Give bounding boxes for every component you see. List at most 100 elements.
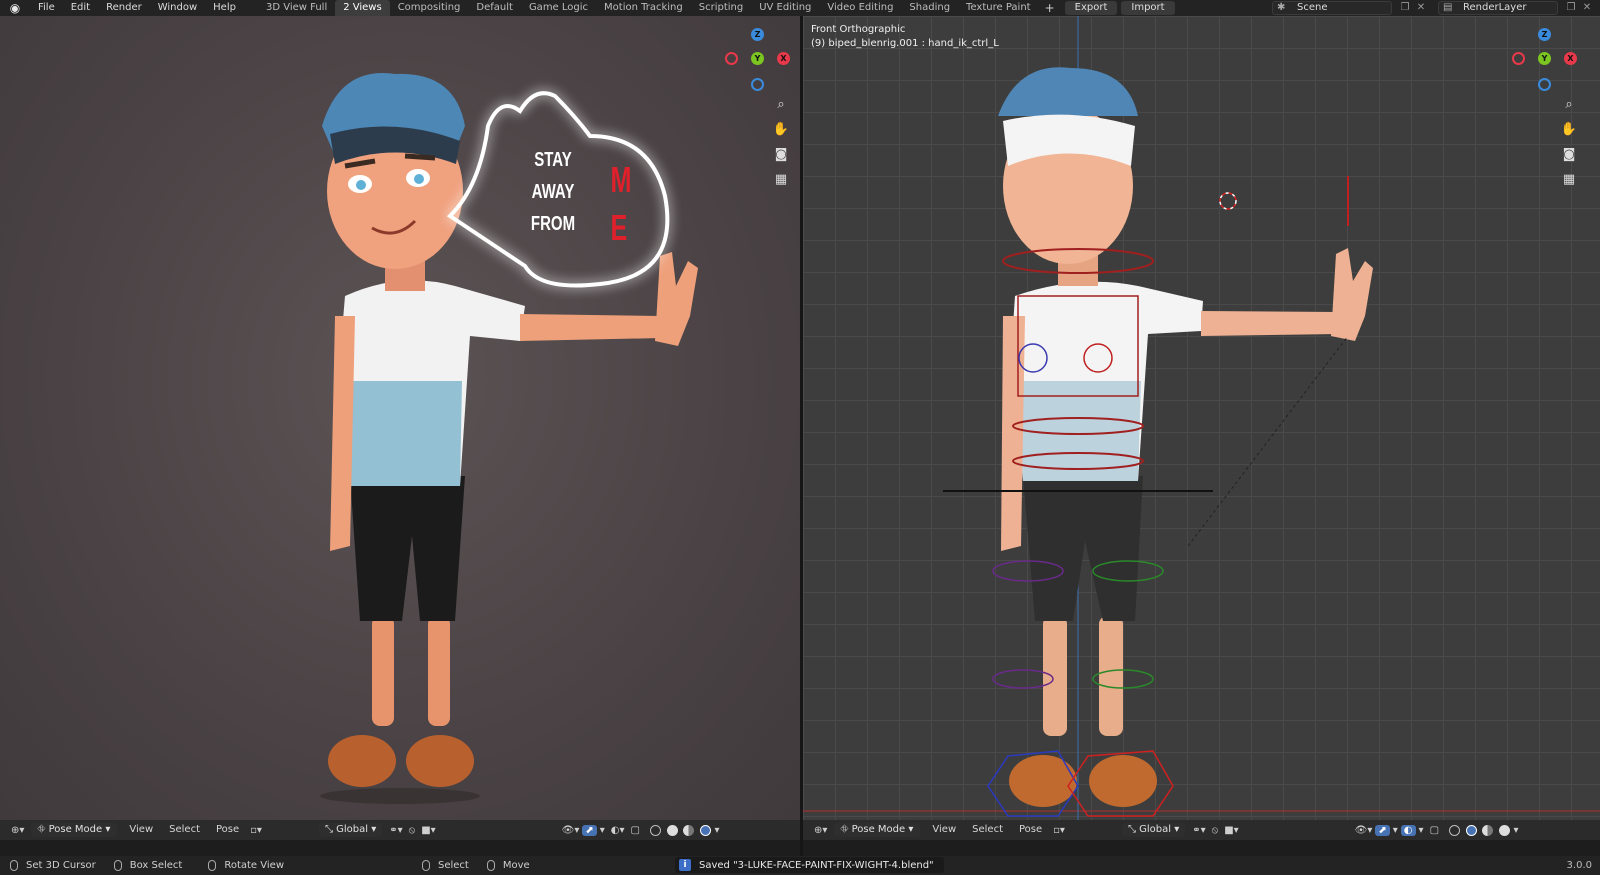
grid-icon[interactable]: ▦ (770, 169, 792, 191)
new-scene-icon[interactable]: ❐ (1398, 1, 1412, 15)
editor-type-icon[interactable]: ⊕▾ (8, 825, 27, 836)
rendered-shading-icon[interactable] (1498, 825, 1510, 836)
gizmo-z-axis[interactable]: Z (751, 28, 764, 41)
shading-dropdown-icon[interactable]: ▾ (1511, 825, 1522, 836)
tab-motion-tracking[interactable]: Motion Tracking (596, 0, 691, 16)
gizmo-toggle-icon[interactable]: ⬈ (582, 824, 597, 836)
pivot-icon[interactable]: ⚭▾ (386, 825, 405, 836)
status-bar: Set 3D Cursor Box Select Rotate View Sel… (0, 856, 1600, 875)
delete-scene-icon[interactable]: ✕ (1414, 1, 1428, 15)
mouse-move-icon (486, 860, 495, 871)
pose-options-icon[interactable]: ▫▾ (247, 825, 265, 836)
camera-icon[interactable]: ◙ (770, 144, 792, 166)
menu-file[interactable]: File (30, 0, 63, 16)
gizmo-y-axis[interactable]: Y (1538, 52, 1551, 65)
hint-select: Select (422, 860, 469, 871)
editor-type-icon[interactable]: ⊕▾ (811, 825, 830, 836)
tab-compositing[interactable]: Compositing (390, 0, 469, 16)
overlays-icon[interactable]: ◐ (1400, 824, 1416, 836)
gizmo-z-axis[interactable]: Z (1538, 28, 1551, 41)
wireframe-shading-icon[interactable] (1449, 825, 1461, 836)
menu-pose[interactable]: Pose (208, 822, 247, 838)
gizmo-neg-x[interactable] (1512, 52, 1525, 65)
menu-pose[interactable]: Pose (1011, 822, 1050, 838)
menu-edit[interactable]: Edit (63, 0, 98, 16)
import-button[interactable]: Import (1121, 1, 1175, 15)
gizmo-dropdown-icon[interactable]: ▾ (1390, 825, 1401, 836)
blender-logo-icon[interactable]: ◉ (0, 0, 30, 16)
delete-layer-icon[interactable]: ✕ (1580, 1, 1594, 15)
gizmo-neg-x[interactable] (725, 52, 738, 65)
navigation-gizmo-right[interactable]: Z Y X (1510, 28, 1580, 98)
overlays-icon[interactable]: ◐▾ (608, 825, 628, 836)
right-3d-viewport[interactable]: Front Orthographic (9) biped_blenrig.001… (803, 16, 1600, 820)
mode-dropdown[interactable]: ⛗ Pose Mode ▾ (834, 823, 921, 837)
gizmo-neg-z[interactable] (1538, 78, 1551, 91)
menu-select[interactable]: Select (964, 822, 1011, 838)
transform-orientation-dropdown[interactable]: ⤡ Global ▾ (318, 823, 383, 837)
export-button[interactable]: Export (1064, 1, 1118, 15)
tab-uv-editing[interactable]: UV Editing (751, 0, 819, 16)
tab-3d-view-full[interactable]: 3D View Full (258, 0, 335, 16)
pivot-icon[interactable]: ⚭▾ (1189, 825, 1208, 836)
new-layer-icon[interactable]: ❐ (1564, 1, 1578, 15)
menu-render[interactable]: Render (98, 0, 150, 16)
solid-shading-icon[interactable] (666, 825, 678, 836)
mode-dropdown[interactable]: ⛗ Pose Mode ▾ (31, 823, 118, 837)
hint-box-select: Box Select (113, 860, 182, 871)
scene-selector[interactable]: ✱ Scene (1272, 1, 1392, 15)
tab-2-views[interactable]: 2 Views (335, 0, 390, 16)
snap-icon[interactable]: ⦸ (1209, 825, 1222, 836)
tab-game-logic[interactable]: Game Logic (521, 0, 596, 16)
tab-default[interactable]: Default (468, 0, 521, 16)
tab-video-editing[interactable]: Video Editing (819, 0, 901, 16)
snap-icon[interactable]: ⦸ (406, 825, 419, 836)
snap-target-icon[interactable]: ■▾ (1221, 825, 1241, 836)
view-layer-selector[interactable]: ▤ RenderLayer (1438, 1, 1558, 15)
tab-scripting[interactable]: Scripting (691, 0, 751, 16)
pan-hand-icon[interactable]: ✋ (1558, 119, 1580, 141)
gizmo-toggle-icon[interactable]: ⬈ (1375, 824, 1390, 836)
scene-name: Scene (1297, 2, 1328, 13)
pose-options-icon[interactable]: ▫▾ (1050, 825, 1068, 836)
tab-texture-paint[interactable]: Texture Paint (958, 0, 1039, 16)
solid-shading-icon[interactable] (1465, 825, 1477, 836)
xray-icon[interactable]: ▢ (1427, 825, 1442, 836)
tab-shading[interactable]: Shading (901, 0, 958, 16)
workspace-tabs: 3D View Full 2 Views Compositing Default… (258, 0, 1039, 16)
camera-icon[interactable]: ◙ (1558, 144, 1580, 166)
gizmo-neg-z[interactable] (751, 78, 764, 91)
rendered-shading-icon[interactable] (699, 825, 711, 836)
menu-window[interactable]: Window (150, 0, 205, 16)
material-shading-icon[interactable] (683, 825, 694, 836)
pan-hand-icon[interactable]: ✋ (770, 119, 792, 141)
shading-dropdown-icon[interactable]: ▾ (712, 825, 723, 836)
gizmo-dropdown-icon[interactable]: ▾ (597, 825, 608, 836)
xray-icon[interactable]: ▢ (628, 825, 643, 836)
gizmo-y-axis[interactable]: Y (751, 52, 764, 65)
wireframe-shading-icon[interactable] (650, 825, 661, 836)
grid-icon[interactable]: ▦ (1558, 169, 1580, 191)
zoom-icon[interactable]: ⌕ (1558, 94, 1580, 116)
mouse-drag-icon (113, 860, 122, 871)
snap-target-icon[interactable]: ■▾ (418, 825, 438, 836)
visibility-icon[interactable]: 👁▾ (559, 825, 583, 836)
add-workspace-icon[interactable]: + (1039, 1, 1061, 15)
material-shading-icon[interactable] (1482, 825, 1494, 836)
bubble-red-letters: M E (611, 156, 632, 252)
gizmo-x-axis[interactable]: X (1564, 52, 1577, 65)
menu-view[interactable]: View (121, 822, 161, 838)
gizmo-x-axis[interactable]: X (777, 52, 790, 65)
menu-view[interactable]: View (924, 822, 964, 838)
save-report[interactable]: i Saved "3-LUKE-FACE-PAINT-FIX-WIGHT-4.b… (675, 857, 944, 873)
transform-orientation-dropdown[interactable]: ⤡ Global ▾ (1121, 823, 1186, 837)
menu-help[interactable]: Help (205, 0, 244, 16)
mouse-right-icon (422, 860, 430, 871)
zoom-icon[interactable]: ⌕ (770, 94, 792, 116)
visibility-icon[interactable]: 👁▾ (1352, 825, 1376, 836)
menu-select[interactable]: Select (161, 822, 208, 838)
bubble-line-1: STAY AWAY (531, 149, 575, 203)
overlays-dropdown-icon[interactable]: ▾ (1416, 825, 1427, 836)
left-3d-viewport[interactable]: STAY AWAY FROM M E Z Y X ⌕ ✋ ◙ ▦ (0, 16, 800, 820)
navigation-gizmo-left[interactable]: Z Y X (723, 28, 793, 98)
